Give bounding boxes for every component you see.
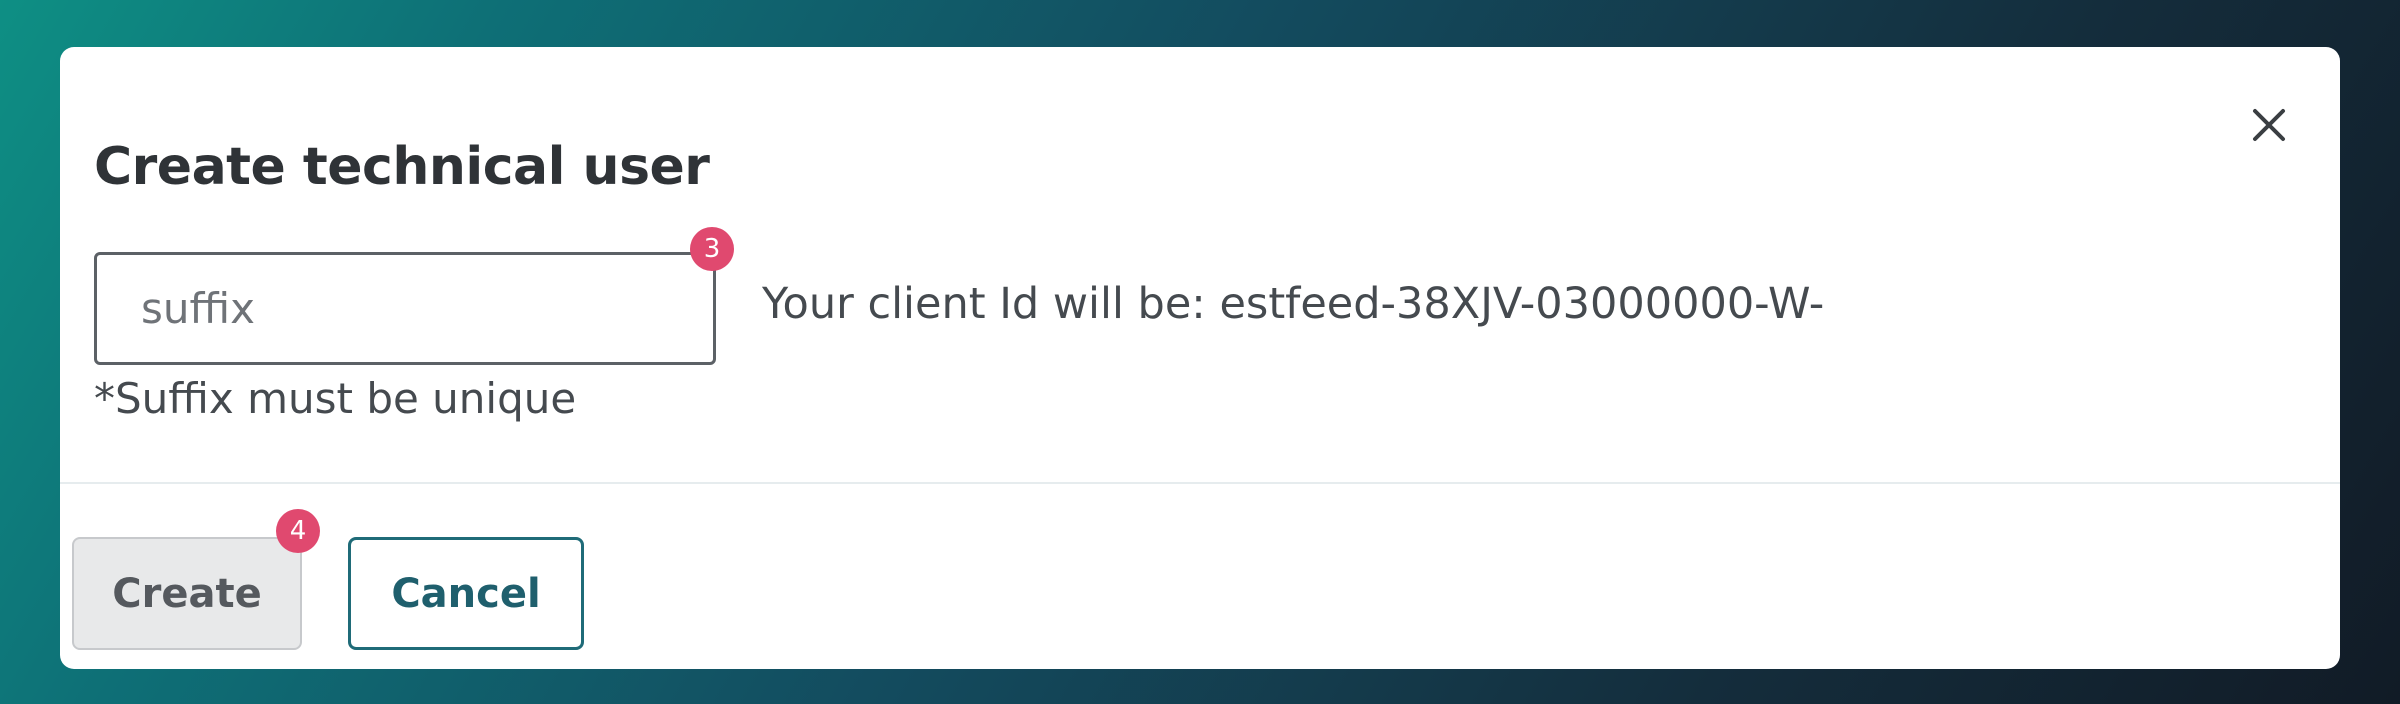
- create-technical-user-dialog: Create technical user Your client Id wil…: [60, 47, 2340, 669]
- create-button[interactable]: Create: [72, 537, 302, 650]
- close-icon: [2253, 109, 2285, 141]
- close-button[interactable]: [2246, 102, 2292, 148]
- footer-divider: [60, 482, 2340, 484]
- suffix-input[interactable]: [94, 252, 716, 365]
- step-badge-3: 3: [690, 227, 734, 271]
- suffix-hint: *Suffix must be unique: [94, 374, 577, 423]
- dialog-title: Create technical user: [94, 137, 710, 197]
- cancel-button[interactable]: Cancel: [348, 537, 584, 650]
- client-id-preview: Your client Id will be: estfeed-38XJV-03…: [762, 279, 1825, 329]
- step-badge-4: 4: [276, 509, 320, 553]
